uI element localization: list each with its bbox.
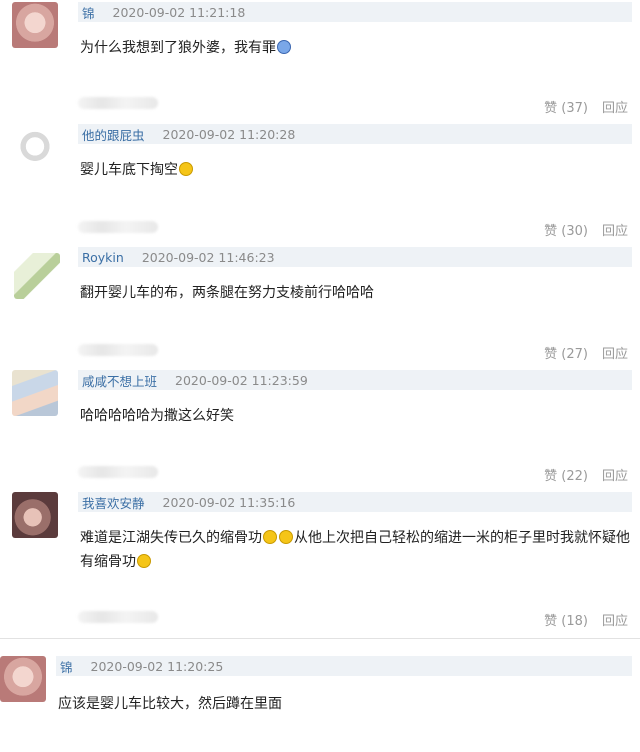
comment-text-part: 难道是江湖失传已久的缩骨功 <box>80 530 262 546</box>
timestamp: 2020-09-02 11:46:23 <box>141 249 275 265</box>
comment-text-line: 有缩骨功 <box>80 550 630 574</box>
comment-actions: 赞 (18) 回应 <box>544 610 628 629</box>
comment-text-body: 为什么我想到了狼外婆，我有罪 <box>80 40 276 56</box>
username-link[interactable]: 他的跟屁虫 <box>82 125 145 144</box>
comment-text: 应该是婴儿车比较大，然后蹲在里面 <box>58 692 282 716</box>
reply-button[interactable]: 回应 <box>602 610 628 629</box>
comment-actions: 赞 (27) 回应 <box>544 343 628 362</box>
section-divider <box>0 638 640 639</box>
username-link[interactable]: Roykin <box>82 250 124 265</box>
comment-text-body: 应该是婴儿车比较大，然后蹲在里面 <box>58 696 282 712</box>
avatar[interactable] <box>14 253 60 299</box>
comment-text-body: 哈哈哈哈哈为撒这么好笑 <box>80 408 234 424</box>
grin-emoji-icon <box>137 554 151 568</box>
comment-meta: 咸咸不想上班 2020-09-02 11:23:59 <box>78 370 632 390</box>
reply-button[interactable]: 回应 <box>602 465 628 484</box>
comment-text: 难道是江湖失传已久的缩骨功 从他上次把自己轻松的缩进一米的柜子里时我就怀疑他 有缩… <box>80 526 630 574</box>
blurred-username <box>78 611 158 623</box>
timestamp: 2020-09-02 11:20:28 <box>162 126 296 142</box>
blurred-username <box>78 97 158 109</box>
thinking-emoji-icon <box>279 530 293 544</box>
avatar[interactable] <box>12 128 58 174</box>
avatar[interactable] <box>12 370 58 416</box>
reply-button[interactable]: 回应 <box>602 343 628 362</box>
thinking-emoji-icon <box>263 530 277 544</box>
timestamp: 2020-09-02 11:35:16 <box>162 494 296 510</box>
like-button[interactable]: 赞 (18) <box>544 610 588 629</box>
username-link[interactable]: 咸咸不想上班 <box>82 371 157 390</box>
timestamp: 2020-09-02 11:23:59 <box>175 372 308 388</box>
comment-text-body: 翻开婴儿车的布，两条腿在努力支棱前行哈哈哈 <box>80 285 374 301</box>
comment-text: 为什么我想到了狼外婆，我有罪 <box>80 36 292 60</box>
comment-meta: 锦 2020-09-02 11:21:18 <box>78 2 632 22</box>
like-button[interactable]: 赞 (30) <box>544 220 588 239</box>
timestamp: 2020-09-02 11:20:25 <box>90 658 224 674</box>
comment-meta: 我喜欢安静 2020-09-02 11:35:16 <box>78 492 632 512</box>
avatar[interactable] <box>0 656 46 702</box>
blurred-username <box>78 466 158 478</box>
avatar[interactable] <box>12 492 58 538</box>
scared-emoji-icon <box>277 40 291 54</box>
comment-text-part: 有缩骨功 <box>80 554 136 570</box>
comment-meta: Roykin 2020-09-02 11:46:23 <box>78 247 632 267</box>
comment-text-body: 婴儿车底下掏空 <box>80 162 178 178</box>
username-link[interactable]: 锦 <box>82 3 95 22</box>
like-button[interactable]: 赞 (37) <box>544 97 588 116</box>
username-link[interactable]: 锦 <box>60 657 73 676</box>
comment-meta: 他的跟屁虫 2020-09-02 11:20:28 <box>78 124 632 144</box>
avatar[interactable] <box>12 2 58 48</box>
comment-actions: 赞 (22) 回应 <box>544 465 628 484</box>
like-button[interactable]: 赞 (27) <box>544 343 588 362</box>
comment-actions: 赞 (30) 回应 <box>544 220 628 239</box>
comment-text: 婴儿车底下掏空 <box>80 158 194 182</box>
comment-text: 翻开婴儿车的布，两条腿在努力支棱前行哈哈哈 <box>80 281 374 305</box>
comment-text-line: 难道是江湖失传已久的缩骨功 从他上次把自己轻松的缩进一米的柜子里时我就怀疑他 <box>80 526 630 550</box>
timestamp: 2020-09-02 11:21:18 <box>112 4 246 20</box>
laugh-cry-emoji-icon <box>179 162 193 176</box>
like-button[interactable]: 赞 (22) <box>544 465 588 484</box>
comment-actions: 赞 (37) 回应 <box>544 97 628 116</box>
comment-text: 哈哈哈哈哈为撒这么好笑 <box>80 404 234 428</box>
reply-button[interactable]: 回应 <box>602 97 628 116</box>
comment-meta: 锦 2020-09-02 11:20:25 <box>56 656 632 676</box>
reply-button[interactable]: 回应 <box>602 220 628 239</box>
blurred-username <box>78 221 158 233</box>
blurred-username <box>78 344 158 356</box>
comment-text-part: 从他上次把自己轻松的缩进一米的柜子里时我就怀疑他 <box>294 530 630 546</box>
username-link[interactable]: 我喜欢安静 <box>82 493 145 512</box>
